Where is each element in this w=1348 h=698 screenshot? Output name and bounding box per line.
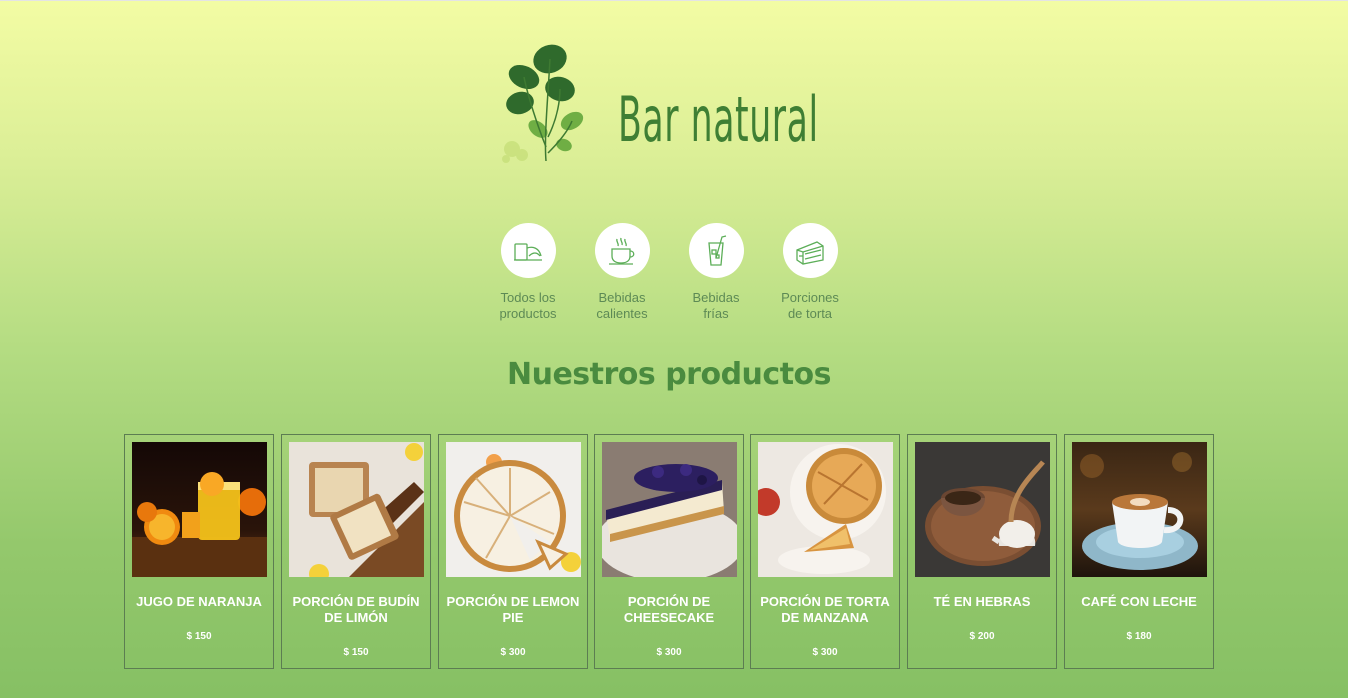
section-title: Nuestros productos <box>506 357 832 392</box>
cold-drink-icon <box>708 234 727 266</box>
product-name: Té en hebras <box>933 594 1031 609</box>
brand: Bar natural <box>498 37 858 169</box>
orange-juice-photo <box>132 442 267 577</box>
product-name: Café con leche <box>1081 594 1197 609</box>
product-image <box>758 442 893 577</box>
brand-name: Bar natural <box>618 83 819 156</box>
lemon-cake-photo <box>289 442 424 577</box>
product-price: $ 300 <box>500 647 526 658</box>
product-image <box>446 442 581 577</box>
product-name: Porción de cheesecake <box>623 594 715 625</box>
category-label: Bebidas frías <box>692 290 740 321</box>
category-circle <box>688 223 744 278</box>
apple-pie-photo <box>758 442 893 577</box>
product-image <box>1072 442 1207 577</box>
product-image <box>602 442 737 577</box>
product-card[interactable]: Té en hebras $ 200 <box>907 434 1057 669</box>
product-card[interactable]: Porción de lemon pie $ 300 <box>438 434 588 669</box>
category-all-products[interactable]: Todos los productos <box>486 223 570 322</box>
product-price: $ 200 <box>969 631 995 642</box>
product-name: Porción de lemon pie <box>446 594 580 625</box>
category-label: Bebidas calientes <box>596 290 648 321</box>
product-image <box>289 442 424 577</box>
product-price: $ 150 <box>186 631 212 642</box>
product-name: Porción de torta de manzana <box>760 594 890 625</box>
category-circle <box>782 223 838 278</box>
category-nav: Todos los productos Bebidas calientes Bebi… <box>480 223 860 333</box>
product-card[interactable]: Porción de cheesecake $ 300 <box>594 434 744 669</box>
coffee-cup-icon <box>609 237 635 265</box>
category-hot-drinks[interactable]: Bebidas calientes <box>580 223 664 322</box>
category-circle <box>594 223 650 278</box>
category-cake-slices[interactable]: Porciones de torta <box>768 223 852 322</box>
product-price: $ 180 <box>1126 631 1152 642</box>
product-name: Jugo de naranja <box>136 594 262 609</box>
product-card[interactable]: Jugo de naranja $ 150 <box>124 434 274 669</box>
product-card[interactable]: Porción de budín de limón $ 150 <box>281 434 431 669</box>
product-name: Porción de budín de limón <box>292 594 420 625</box>
latte-photo <box>1072 442 1207 577</box>
product-price: $ 300 <box>656 647 682 658</box>
category-cold-drinks[interactable]: Bebidas frías <box>674 223 758 322</box>
cake-slice-icon <box>796 240 824 265</box>
lemon-pie-photo <box>446 442 581 577</box>
category-circle <box>500 223 556 278</box>
cheesecake-photo <box>602 442 737 577</box>
loose-tea-photo <box>915 442 1050 577</box>
croissant-icon <box>514 242 542 261</box>
product-image <box>915 442 1050 577</box>
product-card[interactable]: Café con leche $ 180 <box>1064 434 1214 669</box>
product-price: $ 300 <box>812 647 838 658</box>
monstera-plant-icon <box>502 44 584 163</box>
product-card[interactable]: Porción de torta de manzana $ 300 <box>750 434 900 669</box>
product-price: $ 150 <box>343 647 369 658</box>
category-label: Todos los productos <box>499 290 557 321</box>
category-label: Porciones de torta <box>781 290 839 321</box>
product-image <box>132 442 267 577</box>
